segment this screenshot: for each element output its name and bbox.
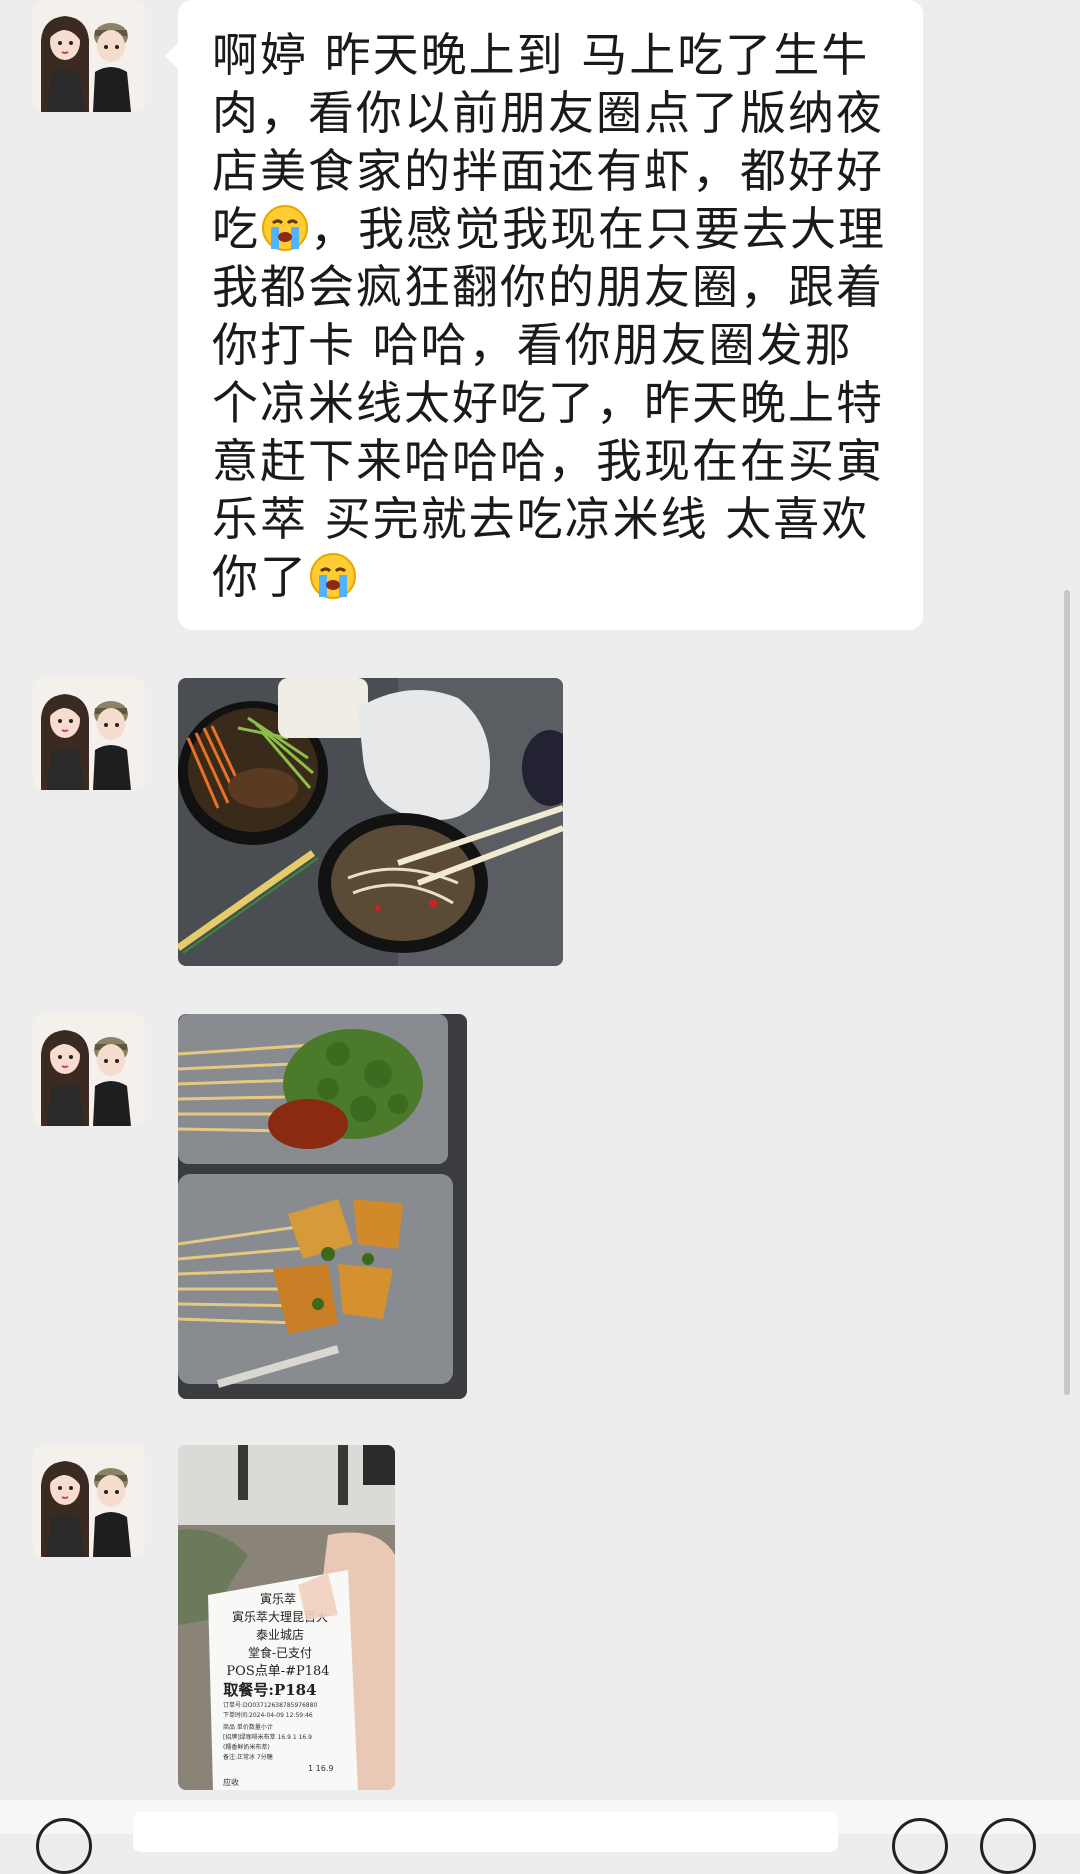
receipt-dine-status: 堂食-已支付 (248, 1645, 312, 1660)
receipt-pos-order: POS点单-#P184 (226, 1664, 329, 1679)
message-input[interactable] (133, 1812, 838, 1852)
receipt-branch-line2: 泰业城店 (256, 1628, 304, 1642)
food-photo-skewers[interactable] (178, 1014, 467, 1399)
receipt-photo[interactable]: 寅乐萃 寅乐萃大理昆百大 泰业城店 堂食-已支付 POS点单-#P184 取餐号… (178, 1445, 395, 1790)
receipt-total-line: 1 16.9 (308, 1764, 333, 1773)
avatar[interactable] (33, 1014, 145, 1126)
couple-avatar-icon (33, 1014, 145, 1126)
scrollbar[interactable] (1064, 590, 1070, 1395)
avatar[interactable] (33, 0, 145, 112)
message-text: 啊婷 昨天晚上到 马上吃了生牛肉，看你以前朋友圈点了版纳夜店美食家的拌面还有虾，… (212, 26, 891, 606)
receipt-image-icon: 寅乐萃 寅乐萃大理昆百大 泰业城店 堂食-已支付 POS点单-#P184 取餐号… (178, 1445, 395, 1790)
receipt-footer: 应收 (223, 1777, 239, 1787)
emoji-icon[interactable] (892, 1818, 948, 1874)
avatar[interactable] (33, 678, 145, 790)
couple-avatar-icon (33, 0, 145, 112)
receipt-item-subline: (糯香鲜奶米布萃) (223, 1743, 270, 1751)
couple-avatar-icon (33, 678, 145, 790)
couple-avatar-icon (33, 1445, 145, 1557)
bubble-tail (165, 42, 179, 70)
receipt-item-line: [招牌]绿咖啡米布萃 16.9 1 16.9 (223, 1733, 312, 1741)
noodles-image-icon (178, 678, 563, 966)
voice-toggle-icon[interactable] (36, 1818, 92, 1874)
skewers-image-icon (178, 1014, 467, 1399)
receipt-pickup-number: 取餐号:P184 (223, 1681, 316, 1699)
receipt-order-time: 下单时间:2024-04-09 12:59:46 (223, 1711, 313, 1719)
avatar[interactable] (33, 1445, 145, 1557)
receipt-shop-name: 寅乐萃 (260, 1591, 296, 1606)
food-photo-noodles[interactable] (178, 678, 563, 966)
message-text-part-2: ，我感觉我现在只要去大理我都会疯狂翻你的朋友圈，跟着你打卡 哈哈，看你朋友圈发那… (212, 202, 886, 604)
message-bubble[interactable]: 啊婷 昨天晚上到 马上吃了生牛肉，看你以前朋友圈点了版纳夜店美食家的拌面还有虾，… (178, 0, 923, 630)
receipt-column-headers: 商品 单价数量小计 (223, 1723, 273, 1731)
receipt-order-number: 订单号:DO03712638785976880 (223, 1701, 317, 1709)
crying-face-emoji-icon (260, 203, 310, 253)
crying-face-emoji-icon (308, 551, 358, 601)
add-more-icon[interactable] (980, 1818, 1036, 1874)
receipt-item-note: 备注:正常冰 7分糖 (223, 1753, 273, 1761)
